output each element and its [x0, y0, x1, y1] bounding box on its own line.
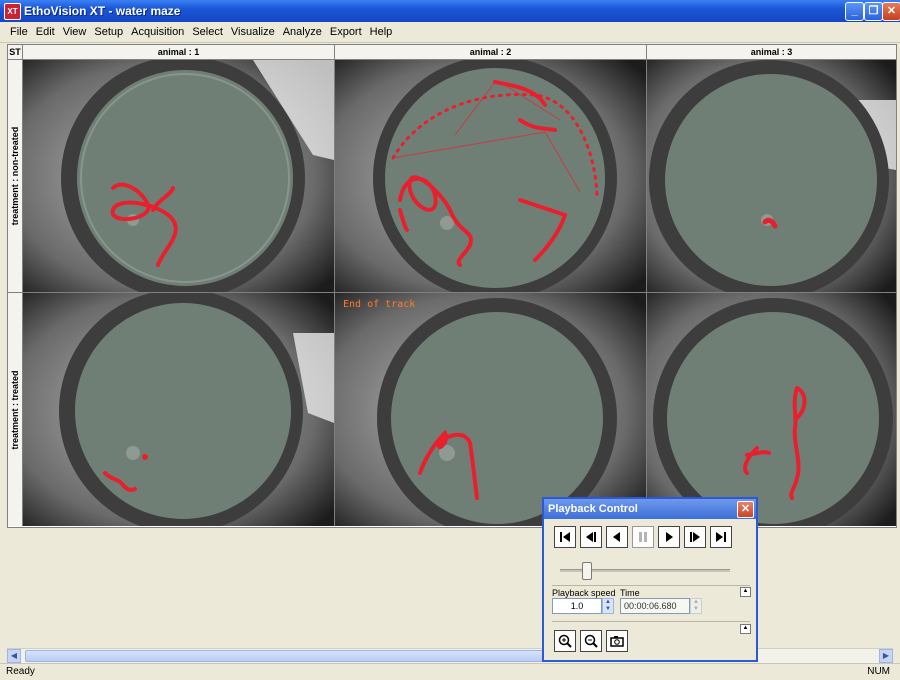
title-bar: XT EthoVision XT - water maze _ ❐ ✕ — [0, 0, 900, 22]
playback-speed-label: Playback speed — [552, 588, 616, 598]
speed-spinner[interactable]: ▲ ▼ — [602, 598, 614, 614]
arena-view-a1-treated[interactable] — [23, 293, 335, 526]
collapse-icon[interactable]: ▲ — [740, 624, 751, 634]
time-label: Time — [620, 588, 640, 598]
status-text: Ready — [6, 666, 35, 677]
row-header-non-treated[interactable]: treatment : non-treated — [8, 60, 23, 293]
play-backward-icon — [613, 532, 620, 542]
step-back-icon — [586, 532, 596, 542]
dialog-close-button[interactable]: ✕ — [737, 501, 754, 518]
zoom-out-icon — [584, 634, 598, 648]
skip-to-end-icon — [716, 532, 726, 542]
menu-select[interactable]: Select — [188, 22, 227, 42]
trial-grid: ST animal : 1 animal : 2 animal : 3 trea… — [7, 44, 897, 528]
menu-export[interactable]: Export — [326, 22, 366, 42]
zoom-in-icon — [558, 634, 572, 648]
menu-setup[interactable]: Setup — [90, 22, 127, 42]
playback-control-dialog: Playback Control ✕ ▲ Playback speed Time… — [542, 497, 758, 662]
camera-icon — [610, 636, 624, 647]
play-icon — [666, 532, 673, 542]
arena-view-a2-treated[interactable]: End of track — [335, 293, 647, 526]
menu-analyze[interactable]: Analyze — [279, 22, 326, 42]
playback-speed-field[interactable]: 1.0 — [552, 598, 602, 614]
zoom-in-button[interactable] — [554, 630, 576, 652]
time-field[interactable]: 00:00:06.680 — [620, 598, 690, 614]
menu-view[interactable]: View — [59, 22, 91, 42]
row-label: treatment : non-treated — [10, 126, 20, 226]
arena-view-a3-treated[interactable] — [647, 293, 896, 526]
end-of-track-label: End of track — [343, 299, 416, 310]
dialog-title-bar[interactable]: Playback Control ✕ — [544, 499, 756, 519]
step-forward-button[interactable] — [684, 526, 706, 548]
horizontal-scrollbar[interactable]: ◀ ▶ — [7, 648, 893, 663]
playback-slider-thumb[interactable] — [581, 562, 592, 580]
arena-image — [335, 293, 646, 526]
menu-help[interactable]: Help — [366, 22, 397, 42]
play-backward-button[interactable] — [606, 526, 628, 548]
skip-to-start-icon — [560, 532, 570, 542]
go-to-start-button[interactable] — [554, 526, 576, 548]
arena-image — [647, 293, 896, 526]
menu-bar: File Edit View Setup Acquisition Select Visual… — [0, 22, 900, 43]
grid-corner: ST — [8, 45, 23, 60]
dialog-title: Playback Control — [548, 503, 638, 515]
app-icon: XT — [4, 3, 21, 20]
scroll-thumb[interactable] — [25, 650, 545, 662]
divider — [552, 585, 750, 586]
step-forward-icon — [690, 532, 700, 542]
step-back-button[interactable] — [580, 526, 602, 548]
zoom-out-button[interactable] — [580, 630, 602, 652]
minimize-button[interactable]: _ — [845, 2, 864, 21]
scroll-right-icon[interactable]: ▶ — [879, 649, 893, 663]
arena-view-a2-nontreated[interactable] — [335, 60, 647, 293]
collapse-icon[interactable]: ▲ — [740, 587, 751, 597]
column-header-animal-2[interactable]: animal : 2 — [335, 45, 647, 60]
row-label: treatment : treated — [10, 369, 20, 450]
time-spinner: ▲ ▼ — [690, 598, 702, 614]
divider — [552, 621, 750, 622]
go-to-end-button[interactable] — [710, 526, 732, 548]
scroll-left-icon[interactable]: ◀ — [7, 649, 21, 663]
play-button[interactable] — [658, 526, 680, 548]
row-header-treated[interactable]: treatment : treated — [8, 293, 23, 526]
menu-visualize[interactable]: Visualize — [227, 22, 279, 42]
menu-acquisition[interactable]: Acquisition — [127, 22, 188, 42]
restore-button[interactable]: ❐ — [864, 2, 883, 21]
column-header-animal-3[interactable]: animal : 3 — [647, 45, 896, 60]
arena-image — [23, 60, 334, 292]
arena-view-a1-nontreated[interactable] — [23, 60, 335, 293]
menu-file[interactable]: File — [0, 22, 32, 42]
snapshot-button[interactable] — [606, 630, 628, 652]
pause-icon — [639, 532, 647, 542]
arena-image — [647, 60, 896, 292]
arena-image — [335, 60, 646, 292]
arena-image — [23, 293, 334, 526]
close-button[interactable]: ✕ — [882, 2, 900, 21]
pause-button[interactable] — [632, 526, 654, 548]
window-title: EthoVision XT - water maze — [24, 4, 181, 18]
column-header-animal-1[interactable]: animal : 1 — [23, 45, 335, 60]
menu-edit[interactable]: Edit — [32, 22, 59, 42]
num-lock-indicator: NUM — [867, 666, 890, 677]
status-bar: Ready NUM — [0, 663, 900, 680]
arena-view-a3-nontreated[interactable] — [647, 60, 896, 293]
